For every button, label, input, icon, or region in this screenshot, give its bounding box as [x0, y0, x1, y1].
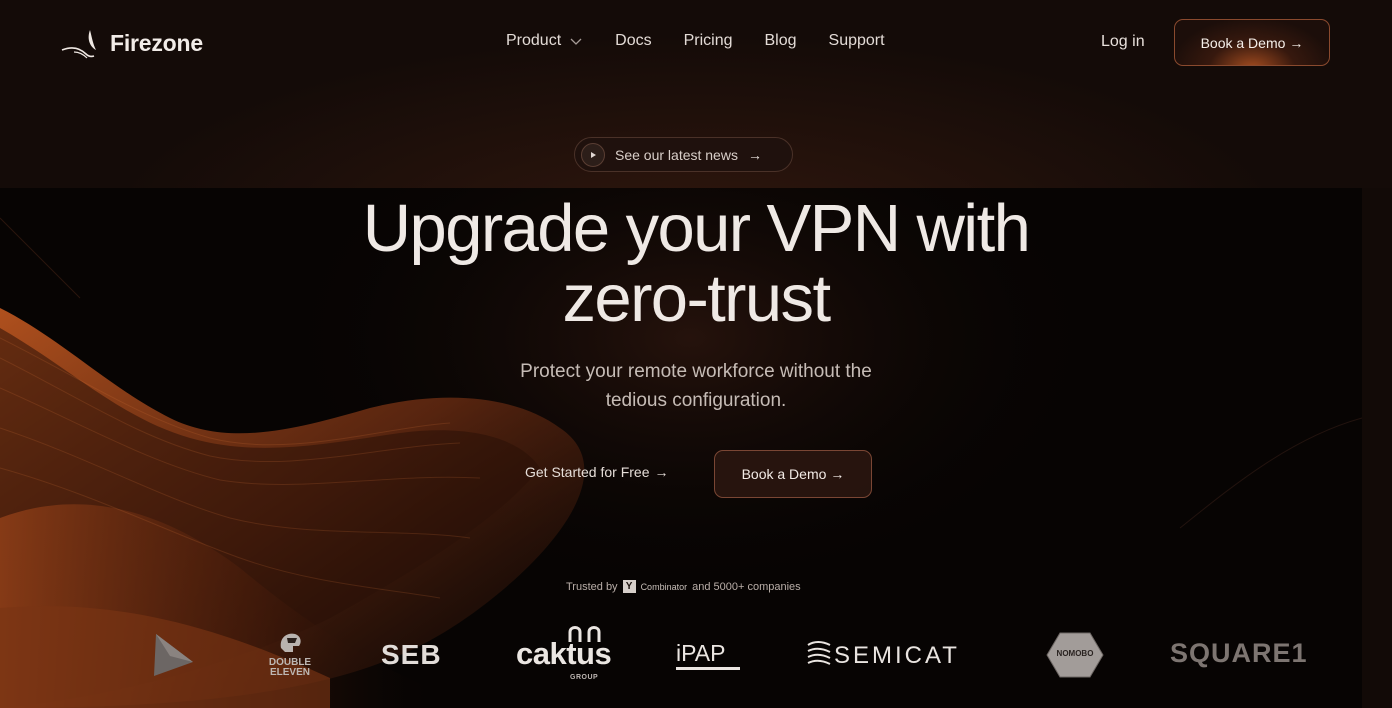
- nav-item-label: Product: [506, 32, 562, 49]
- button-label: Book a Demo: [1200, 34, 1286, 51]
- trusted-by-line: Trusted by Y Combinator and 5000+ compan…: [566, 580, 801, 593]
- semicat-waves-icon: [807, 641, 831, 665]
- nav-item-pricing[interactable]: Pricing: [684, 32, 733, 50]
- trusted-suffix: and 5000+ companies: [692, 580, 801, 593]
- caktus-group-label: GROUP: [570, 674, 599, 681]
- helmet-icon: [280, 633, 301, 652]
- arrow-right-icon: →: [654, 464, 669, 480]
- hero-panel-edge: [1362, 188, 1392, 708]
- double-eleven-line-2: ELEVEN: [269, 667, 310, 678]
- nav-item-label: Blog: [764, 32, 797, 49]
- login-link[interactable]: Log in: [1101, 33, 1145, 51]
- hero-title: Upgrade your VPN with zero-trust: [196, 194, 1196, 334]
- ipap-logo: iPAP: [676, 640, 726, 666]
- top-nav: Firezone Product Docs Pricing Blog Suppo…: [0, 0, 1392, 86]
- firezone-logo-icon: [61, 30, 96, 59]
- seb-logo: SEB: [381, 639, 442, 670]
- play-icon: [581, 142, 605, 167]
- latest-news-pill[interactable]: See our latest news →: [574, 137, 793, 172]
- double-eleven-logo: DOUBLE ELEVEN: [266, 630, 314, 678]
- y-combinator-name: Combinator: [640, 581, 688, 592]
- y-combinator-logo-icon: Y: [622, 580, 636, 593]
- nav-item-support[interactable]: Support: [829, 32, 885, 50]
- nav-item-label: Pricing: [683, 32, 733, 49]
- customer-logos: DOUBLE ELEVEN SEB caktus GROUP iPAP SEMI…: [0, 620, 1362, 700]
- landing-page: Firezone Product Docs Pricing Blog Suppo…: [0, 0, 1392, 708]
- link-label: Get Started for Free: [525, 464, 650, 480]
- arrow-right-icon: →: [830, 466, 845, 482]
- brand-name: Firezone: [110, 29, 203, 56]
- nav-item-label: Docs: [615, 32, 652, 49]
- play-triangle-logo-icon: [154, 634, 193, 676]
- semicat-logo: SEMICAT: [834, 642, 960, 669]
- square1-logo: SQUARE1: [1170, 638, 1308, 668]
- arrow-right-icon: →: [1289, 34, 1304, 51]
- arrow-right-icon: →: [747, 146, 762, 163]
- button-label: Book a Demo: [741, 466, 827, 482]
- nav-item-docs[interactable]: Docs: [615, 32, 651, 50]
- hero-title-line-2: zero-trust: [562, 261, 832, 336]
- nav-item-blog[interactable]: Blog: [765, 32, 797, 50]
- nav-book-demo-button[interactable]: Book a Demo →: [1174, 19, 1330, 66]
- trusted-prefix: Trusted by: [566, 580, 618, 593]
- hero-subtitle-line-2: tedious configuration.: [605, 390, 787, 411]
- hero-title-line-1: Upgrade your VPN with: [362, 191, 1031, 266]
- hero-subtitle: Protect your remote workforce without th…: [446, 357, 946, 415]
- caktus-logo: caktus: [516, 636, 612, 671]
- news-label: See our latest news: [615, 146, 738, 163]
- chevron-down-icon: [570, 38, 582, 45]
- brand-logo[interactable]: Firezone: [60, 26, 203, 60]
- background: [0, 0, 1392, 708]
- hero-subtitle-line-1: Protect your remote workforce without th…: [520, 361, 872, 382]
- ipap-underline: [676, 667, 740, 670]
- nav-item-product[interactable]: Product: [506, 32, 583, 50]
- nomobo-label: NOMOBO: [1056, 649, 1094, 658]
- main-menu: Product Docs Pricing Blog Support: [506, 32, 917, 50]
- hero-book-demo-button[interactable]: Book a Demo →: [714, 450, 872, 498]
- nav-item-label: Support: [828, 32, 885, 49]
- get-started-free-link[interactable]: Get Started for Free →: [525, 464, 669, 480]
